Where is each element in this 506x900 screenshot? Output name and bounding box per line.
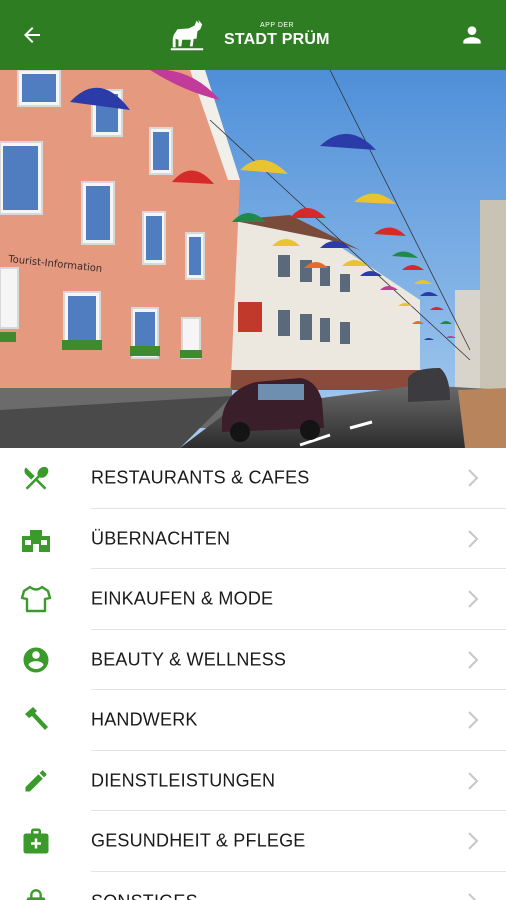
hotel-icon — [20, 523, 52, 555]
logo-title: STADT PRÜM — [224, 31, 330, 48]
hammer-icon — [20, 704, 52, 736]
chevron-right-icon — [468, 711, 479, 729]
menu-item-uebernachten[interactable]: ÜBERNACHTEN — [0, 509, 506, 569]
shirt-icon — [20, 583, 52, 615]
back-button[interactable] — [14, 17, 50, 53]
chevron-right-icon — [468, 469, 479, 487]
menu-item-label: SONSTIGES — [91, 891, 198, 900]
category-list: RESTAURANTS & CAFES ÜBERNACHTEN EINKAUFE… — [0, 448, 506, 900]
menu-item-label: ÜBERNACHTEN — [91, 528, 231, 549]
menu-item-label: GESUNDHEIT & PFLEGE — [91, 830, 306, 851]
menu-item-einkaufen[interactable]: EINKAUFEN & MODE — [0, 569, 506, 630]
chevron-right-icon — [468, 590, 479, 608]
chevron-right-icon — [468, 893, 477, 900]
lock-icon — [20, 886, 52, 900]
fork-knife-icon — [20, 462, 52, 494]
menu-item-restaurants[interactable]: RESTAURANTS & CAFES — [0, 448, 506, 509]
chevron-right-icon — [468, 651, 479, 669]
menu-item-label: DIENSTLEISTUNGEN — [91, 770, 276, 791]
pencil-icon — [20, 765, 52, 797]
menu-item-label: BEAUTY & WELLNESS — [91, 649, 287, 670]
arrow-left-icon — [24, 27, 40, 43]
person-icon — [463, 26, 481, 44]
profile-button[interactable] — [454, 17, 490, 53]
chevron-right-icon — [468, 530, 479, 548]
app-bar: APP DER STADT PRÜM — [0, 0, 506, 70]
chevron-right-icon — [468, 772, 479, 790]
menu-item-sonstiges[interactable]: SONSTIGES — [0, 872, 506, 900]
menu-item-label: EINKAUFEN & MODE — [91, 588, 274, 609]
menu-item-handwerk[interactable]: HANDWERK — [0, 690, 506, 751]
menu-item-label: HANDWERK — [91, 709, 198, 730]
menu-item-beauty[interactable]: BEAUTY & WELLNESS — [0, 630, 506, 690]
logo-subtitle: APP DER — [260, 22, 295, 29]
menu-item-gesundheit[interactable]: GESUNDHEIT & PFLEGE — [0, 811, 506, 872]
goat-logo-icon — [170, 19, 204, 51]
medical-bag-icon — [20, 825, 52, 857]
menu-item-label: RESTAURANTS & CAFES — [91, 467, 310, 488]
chevron-right-icon — [468, 832, 479, 850]
street-umbrellas-illustration: Tourist-Information — [0, 70, 506, 448]
account-circle-icon — [20, 644, 52, 676]
hero-image: Tourist-Information — [0, 70, 506, 448]
menu-item-dienstleistungen[interactable]: DIENSTLEISTUNGEN — [0, 751, 506, 811]
app-logo: APP DER STADT PRÜM — [168, 14, 338, 58]
